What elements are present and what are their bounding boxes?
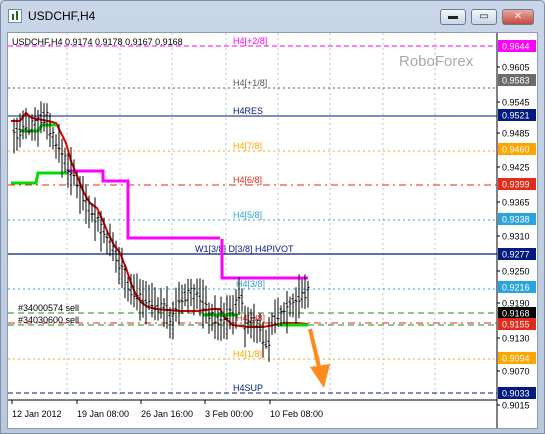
title-bar[interactable]: USDCHF,H4 ▬ ▭ ✕ — [1, 1, 544, 31]
price-label: 0.9216 — [502, 283, 530, 293]
chart-window: USDCHF,H4 ▬ ▭ ✕ H4[+2/8] H4[+1/8] H4RES H4[… — [0, 0, 545, 434]
time-label: 12 Jan 2012 — [12, 409, 62, 419]
time-label: 26 Jan 16:00 — [141, 409, 193, 419]
price-label: 0.9094 — [502, 354, 530, 364]
level-label: H4[1/8] — [233, 349, 262, 359]
order-label: #34000574 sell — [18, 303, 79, 313]
time-label: 3 Feb 00:00 — [205, 409, 253, 419]
order-label: #34030600 sell — [18, 315, 79, 325]
time-label: 19 Jan 08:00 — [77, 409, 129, 419]
level-label: H4[5/8] — [233, 210, 262, 220]
level-label: H4[7/8] — [233, 141, 262, 151]
minimize-button[interactable]: ▬ — [440, 9, 466, 25]
level-label: H4SUP — [233, 383, 263, 393]
price-label: 0.9583 — [502, 76, 530, 86]
chart-header: USDCHF,H4 0.9174 0.9178 0.9167 0.9168 — [12, 37, 183, 47]
price-label: 0.9015 — [502, 401, 530, 411]
level-label: H4[+1/8] — [233, 78, 267, 88]
level-label: H4RES — [233, 106, 263, 116]
price-label: 0.9155 — [502, 320, 530, 330]
chart-app-icon — [8, 9, 22, 23]
price-label: 0.9460 — [502, 145, 530, 155]
price-label: 0.9365 — [502, 198, 530, 208]
level-label: H4[6/8] — [233, 175, 262, 185]
price-label: 0.9250 — [502, 267, 530, 277]
price-label: 0.9545 — [502, 98, 530, 108]
price-chart[interactable]: H4[+2/8] H4[+1/8] H4RES H4[7/8] H4[6/8] H4[5/… — [8, 33, 537, 428]
price-label: 0.9168 — [502, 309, 530, 319]
price-label: 0.9605 — [502, 63, 530, 73]
price-label: 0.9070 — [502, 367, 530, 377]
price-label: 0.9033 — [502, 389, 530, 399]
price-label: 0.9521 — [502, 111, 530, 121]
window-title: USDCHF,H4 — [28, 9, 96, 23]
price-label: 0.9399 — [502, 180, 530, 190]
level-label: W1[3/8] D[3/8] H4PIVOT — [195, 244, 294, 254]
price-label: 0.9338 — [502, 215, 530, 225]
time-label: 10 Feb 08:00 — [270, 409, 323, 419]
price-label: 0.9310 — [502, 232, 530, 242]
price-label: 0.9277 — [502, 250, 530, 260]
level-label: H4[+2/8] — [233, 36, 267, 46]
price-label: 0.9425 — [502, 163, 530, 173]
chart-area[interactable]: H4[+2/8] H4[+1/8] H4RES H4[7/8] H4[6/8] H4[5/… — [7, 32, 538, 429]
close-button[interactable]: ✕ — [502, 9, 534, 25]
price-label: 0.9130 — [502, 334, 530, 344]
price-label: 0.9485 — [502, 129, 530, 139]
level-label: H4[3/8] — [236, 279, 265, 289]
maximize-button[interactable]: ▭ — [471, 9, 497, 25]
price-label: 0.9644 — [502, 42, 530, 52]
watermark-label: RoboForex — [399, 53, 474, 70]
